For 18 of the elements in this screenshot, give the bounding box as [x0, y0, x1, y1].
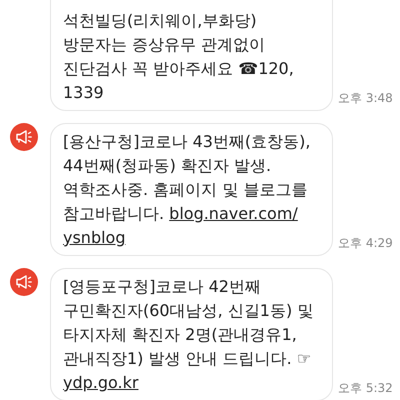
- message-text: 관내직장1) 발생 안내 드립니다. ☞: [63, 349, 312, 368]
- message-time: 오후 3:48: [338, 90, 393, 107]
- message-text: 석천빌딩(리치웨이,부화당): [63, 11, 257, 30]
- message-text: [영등포구청]코로나 42번째: [63, 277, 261, 296]
- message-text: 44번째(청파동) 확진자 발생.: [63, 156, 272, 175]
- message-text: 역학조사중. 홈페이지 및 블로그를: [63, 180, 308, 199]
- message-text: [용산구청]코로나 43번째(효창동),: [63, 132, 310, 151]
- message-text: 진단검사 꼭 받아주세요 ☎120,: [63, 59, 294, 78]
- message-time: 오후 4:29: [338, 235, 393, 252]
- message-time: 오후 5:32: [338, 380, 393, 397]
- message-text: 참고바랍니다.: [63, 204, 166, 223]
- message-link[interactable]: ysnblog: [63, 228, 126, 247]
- message-text: 타지자체 확진자 2명(관내경유1,: [63, 325, 297, 344]
- message-link[interactable]: blog.naver.com/: [169, 204, 298, 223]
- message-link[interactable]: ydp.go.kr: [63, 373, 138, 392]
- message-text: 방문자는 증상유무 관계없이: [63, 35, 266, 54]
- message-text: 구민확진자(60대남성, 신길1동) 및: [63, 301, 314, 320]
- message-text: 1339: [63, 83, 104, 102]
